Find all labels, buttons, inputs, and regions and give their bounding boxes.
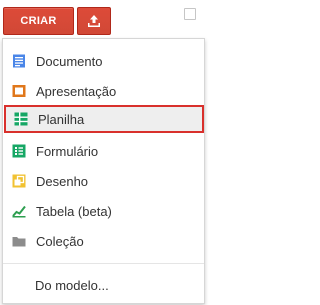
- menu-item-label: Documento: [36, 53, 103, 69]
- select-all-checkbox[interactable]: [184, 8, 196, 20]
- folder-icon: [12, 234, 26, 248]
- menu-item-from-template[interactable]: Do modelo...: [3, 271, 204, 299]
- menu-item-label: Apresentação: [36, 83, 117, 99]
- menu-item-drawing[interactable]: Desenho: [3, 167, 204, 195]
- create-menu: Documento Apresentação Planilha Formulár…: [2, 38, 205, 304]
- menu-item-collection[interactable]: Coleção: [3, 227, 204, 255]
- table-icon: [12, 204, 26, 218]
- create-button[interactable]: CRIAR: [3, 7, 74, 35]
- presentation-icon: [12, 84, 26, 98]
- menu-item-label: Desenho: [36, 173, 89, 189]
- menu-item-presentation[interactable]: Apresentação: [3, 77, 204, 105]
- menu-item-form[interactable]: Formulário: [3, 137, 204, 165]
- menu-item-label: Planilha: [38, 111, 85, 127]
- document-icon: [12, 54, 26, 68]
- menu-item-label: Coleção: [36, 233, 84, 249]
- upload-button[interactable]: [77, 7, 111, 35]
- menu-divider: [3, 263, 204, 264]
- drawing-icon: [12, 174, 26, 188]
- form-icon: [12, 144, 26, 158]
- spreadsheet-icon: [14, 112, 28, 126]
- menu-item-label: Tabela (beta): [36, 203, 112, 219]
- upload-icon: [88, 15, 100, 27]
- menu-item-spreadsheet[interactable]: Planilha: [4, 105, 204, 133]
- toolbar: CRIAR: [0, 0, 207, 36]
- menu-item-table[interactable]: Tabela (beta): [3, 197, 204, 225]
- menu-item-label: Do modelo...: [35, 277, 109, 293]
- menu-item-label: Formulário: [36, 143, 99, 159]
- menu-item-document[interactable]: Documento: [3, 47, 204, 75]
